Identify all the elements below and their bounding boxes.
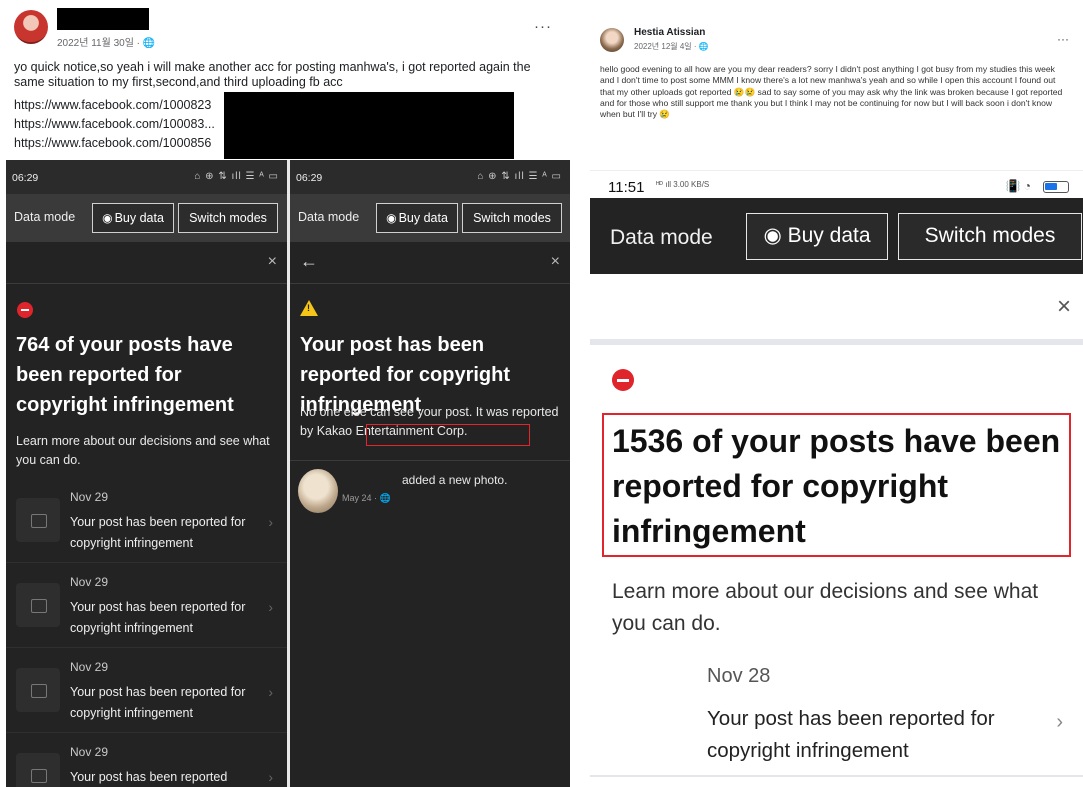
header-bar: ← × bbox=[290, 242, 570, 284]
redaction-box bbox=[224, 92, 514, 159]
notification-item[interactable]: Nov 29 Your post has been reported › bbox=[6, 733, 287, 787]
highlight-box bbox=[366, 424, 530, 446]
document-icon bbox=[16, 583, 60, 627]
post-date[interactable]: 2022년 11월 30일 · 🌐 bbox=[57, 34, 155, 49]
switch-modes-button[interactable]: Switch modes bbox=[462, 203, 562, 233]
status-time: 06:29 bbox=[12, 172, 39, 184]
redacted-username bbox=[57, 8, 149, 30]
notification-item[interactable]: Nov 29 Your post has been reported for c… bbox=[6, 478, 287, 563]
notification-date: Nov 28 bbox=[707, 665, 771, 687]
avatar bbox=[298, 469, 338, 513]
phone-screenshot-report-detail: 06:29 ⌂ ⊕ ⇅ ıll ☰ ᴬ ▭ Data mode ◉ Buy dat… bbox=[290, 160, 570, 787]
buy-data-button[interactable]: ◉ Buy data bbox=[746, 213, 888, 260]
notification-item[interactable]: Nov 29 Your post has been reported for c… bbox=[6, 563, 287, 648]
more-options-icon[interactable]: ··· bbox=[534, 18, 552, 35]
notification-date: Nov 29 bbox=[70, 745, 109, 759]
chevron-right-icon: › bbox=[268, 599, 273, 615]
data-mode-label: Data mode bbox=[610, 226, 713, 249]
notification-item[interactable]: Nov 29 Your post has been reported for c… bbox=[6, 648, 287, 733]
header-bar: × bbox=[6, 242, 287, 284]
document-icon bbox=[16, 498, 60, 542]
switch-modes-button[interactable]: Switch modes bbox=[178, 203, 278, 233]
page-title: 1536 of your posts have been reported fo… bbox=[612, 423, 1061, 549]
broadcast-icon: ◉ bbox=[386, 211, 397, 225]
avatar[interactable] bbox=[14, 10, 48, 44]
broadcast-icon: ◉ bbox=[102, 211, 113, 225]
chevron-right-icon: › bbox=[268, 514, 273, 530]
notification-text: Your post has been reported for copyrigh… bbox=[70, 600, 246, 635]
close-icon[interactable]: × bbox=[1057, 293, 1071, 321]
notification-text: Your post has been reported for copyrigh… bbox=[70, 685, 246, 720]
chevron-right-icon: › bbox=[268, 769, 273, 785]
chevron-right-icon[interactable]: › bbox=[1056, 711, 1063, 734]
data-mode-label: Data mode bbox=[14, 210, 76, 224]
notification-text: Your post has been reported for copyrigh… bbox=[70, 515, 246, 550]
document-icon bbox=[16, 668, 60, 712]
page-title: 764 of your posts have been reported for… bbox=[16, 334, 234, 416]
close-icon[interactable]: × bbox=[268, 253, 277, 271]
data-mode-bar: Data mode ◉ Buy data Switch modes bbox=[590, 198, 1083, 274]
divider bbox=[590, 775, 1083, 777]
divider bbox=[590, 339, 1083, 345]
learn-more-text[interactable]: Learn more about our decisions and see w… bbox=[612, 576, 1052, 640]
stop-icon bbox=[612, 369, 634, 391]
switch-modes-button[interactable]: Switch modes bbox=[898, 213, 1082, 260]
phone-screenshot-notifications: 06:29 ⌂ ⊕ ⇅ ıll ☰ ᴬ ▭ Data mode ◉ Buy dat… bbox=[6, 160, 287, 787]
chevron-right-icon: › bbox=[268, 684, 273, 700]
author-name[interactable]: Hestia Atissian bbox=[634, 27, 705, 38]
notification-date: Nov 29 bbox=[70, 575, 109, 589]
stop-icon bbox=[17, 302, 33, 318]
battery-icon bbox=[1043, 181, 1069, 193]
status-bar: 06:29 ⌂ ⊕ ⇅ ıll ☰ ᴬ ▭ bbox=[6, 160, 287, 194]
notification-date: Nov 29 bbox=[70, 490, 109, 504]
notification-date: Nov 29 bbox=[70, 660, 109, 674]
phone-screenshot-light: 11:51 ᴴᴰ ıll 3.00 KB/S 📳 ◔ Data mode ◉ B… bbox=[590, 170, 1083, 787]
warning-icon: ! bbox=[300, 300, 318, 316]
status-icons: ⌂ ⊕ ⇅ ıll ☰ ᴬ ▭ bbox=[194, 171, 279, 182]
post-text: hello good evening to all how are you my… bbox=[600, 64, 1063, 120]
data-mode-label: Data mode bbox=[298, 210, 360, 224]
buy-data-button[interactable]: ◉ Buy data bbox=[376, 203, 458, 233]
left-facebook-post: 2022년 11월 30일 · 🌐 ··· yo quick notice,so… bbox=[0, 0, 570, 160]
activity-text: added a new photo. bbox=[402, 473, 508, 487]
broadcast-icon: ◉ bbox=[763, 224, 788, 247]
learn-more-text[interactable]: Learn more about our decisions and see w… bbox=[16, 432, 278, 470]
status-bar: 06:29 ⌂ ⊕ ⇅ ıll ☰ ᴬ ▭ bbox=[290, 160, 570, 194]
post-text: yo quick notice,so yeah i will make anot… bbox=[14, 60, 531, 89]
post-date[interactable]: 2022년 12월 4일 · 🌐 bbox=[634, 41, 709, 52]
post-link[interactable]: https://www.facebook.com/1000823 bbox=[14, 98, 211, 112]
notification-text: Your post has been reported bbox=[70, 770, 228, 784]
status-icons: ⌂ ⊕ ⇅ ıll ☰ ᴬ ▭ bbox=[477, 171, 562, 182]
back-arrow-icon[interactable]: ← bbox=[300, 251, 318, 272]
buy-data-button[interactable]: ◉ Buy data bbox=[92, 203, 174, 233]
more-options-icon[interactable]: ··· bbox=[1057, 32, 1069, 46]
right-facebook-post: Hestia Atissian 2022년 12월 4일 · 🌐 ··· hel… bbox=[590, 0, 1083, 170]
notification-text[interactable]: Your post has been reported for copyrigh… bbox=[707, 703, 1027, 767]
close-icon[interactable]: × bbox=[551, 253, 560, 271]
network-status: ᴴᴰ ıll 3.00 KB/S bbox=[656, 180, 710, 189]
data-mode-bar: Data mode ◉ Buy data Switch modes bbox=[290, 194, 570, 242]
status-time: 06:29 bbox=[296, 172, 323, 184]
status-time: 11:51 bbox=[608, 179, 645, 196]
post-link[interactable]: https://www.facebook.com/1000856 bbox=[14, 136, 211, 150]
post-link[interactable]: https://www.facebook.com/100083... bbox=[14, 117, 215, 131]
document-icon bbox=[16, 753, 60, 787]
avatar[interactable] bbox=[600, 28, 624, 52]
reported-post-preview[interactable]: added a new photo. May 24 · 🌐 bbox=[290, 460, 570, 520]
data-mode-bar: Data mode ◉ Buy data Switch modes bbox=[6, 194, 287, 242]
activity-meta: May 24 · 🌐 bbox=[342, 493, 391, 503]
globe-icon: 🌐 bbox=[142, 38, 156, 49]
